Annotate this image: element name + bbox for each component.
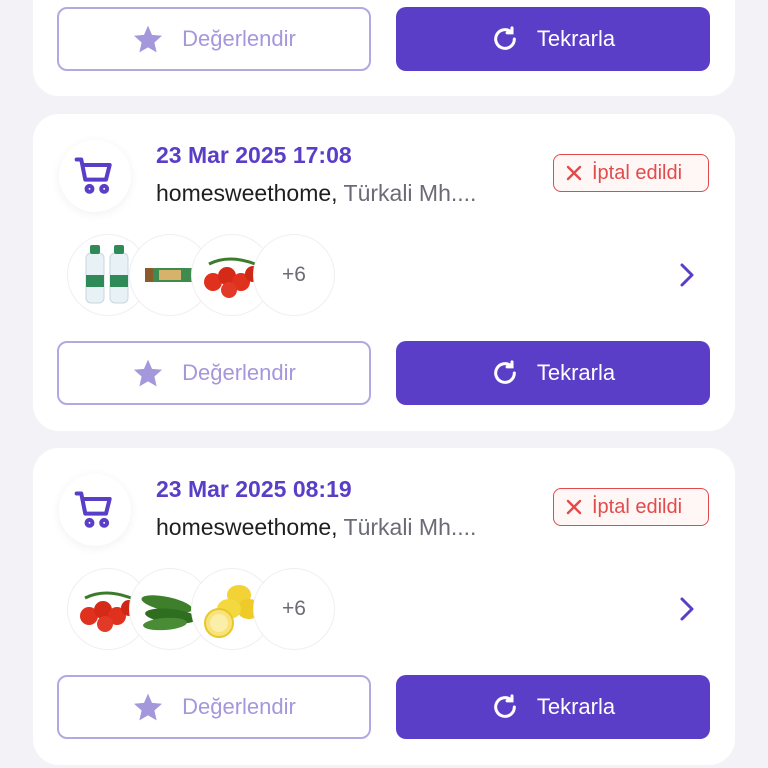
cart-icon-badge	[59, 140, 131, 212]
repeat-button-label: Tekrarla	[536, 694, 616, 719]
order-card-previous: Değerlendir Tekrarla	[33, 0, 735, 96]
store-name: homesweethome,	[156, 514, 338, 540]
order-card[interactable]: 23 Mar 2025 17:08 homesweethome, Türkali…	[33, 114, 735, 431]
more-products-badge: +6	[253, 568, 335, 650]
order-date: 23 Mar 2025 17:08	[156, 142, 352, 168]
cart-icon	[74, 491, 112, 528]
status-badge: İptal edildi	[553, 488, 709, 526]
status-text: İptal edildi	[592, 495, 683, 518]
order-address: homesweethome, Türkali Mh....	[156, 180, 476, 207]
order-address: homesweethome, Türkali Mh....	[156, 514, 476, 541]
order-card[interactable]: 23 Mar 2025 08:19 homesweethome, Türkali…	[33, 448, 735, 765]
rate-button-label: Değerlendir	[182, 26, 296, 51]
star-icon	[134, 693, 163, 721]
more-products-badge: +6	[253, 234, 335, 316]
repeat-button[interactable]: Tekrarla	[396, 7, 710, 71]
repeat-button-label: Tekrarla	[536, 26, 616, 51]
street-name: Türkali Mh....	[343, 180, 477, 206]
repeat-button-label: Tekrarla	[536, 360, 616, 385]
status-badge: İptal edildi	[553, 154, 709, 192]
rate-button-label: Değerlendir	[182, 360, 296, 385]
order-date: 23 Mar 2025 08:19	[156, 476, 352, 502]
rate-button[interactable]: Değerlendir	[57, 7, 371, 71]
close-icon	[566, 499, 582, 515]
star-icon	[134, 359, 163, 387]
cart-icon	[74, 157, 112, 194]
cart-icon-badge	[59, 474, 131, 546]
more-count: +6	[282, 263, 306, 286]
chevron-right-icon[interactable]	[676, 595, 698, 623]
status-text: İptal edildi	[592, 161, 683, 184]
refresh-icon	[494, 694, 516, 718]
rate-button-label: Değerlendir	[182, 694, 296, 719]
close-icon	[566, 165, 582, 181]
repeat-button[interactable]: Tekrarla	[396, 675, 710, 739]
refresh-icon	[494, 360, 516, 384]
repeat-button[interactable]: Tekrarla	[396, 341, 710, 405]
more-count: +6	[282, 597, 306, 620]
rate-button[interactable]: Değerlendir	[57, 675, 371, 739]
rate-button[interactable]: Değerlendir	[57, 341, 371, 405]
street-name: Türkali Mh....	[343, 514, 477, 540]
store-name: homesweethome,	[156, 180, 338, 206]
chevron-right-icon[interactable]	[676, 261, 698, 289]
star-icon	[134, 25, 163, 53]
refresh-icon	[494, 26, 516, 50]
